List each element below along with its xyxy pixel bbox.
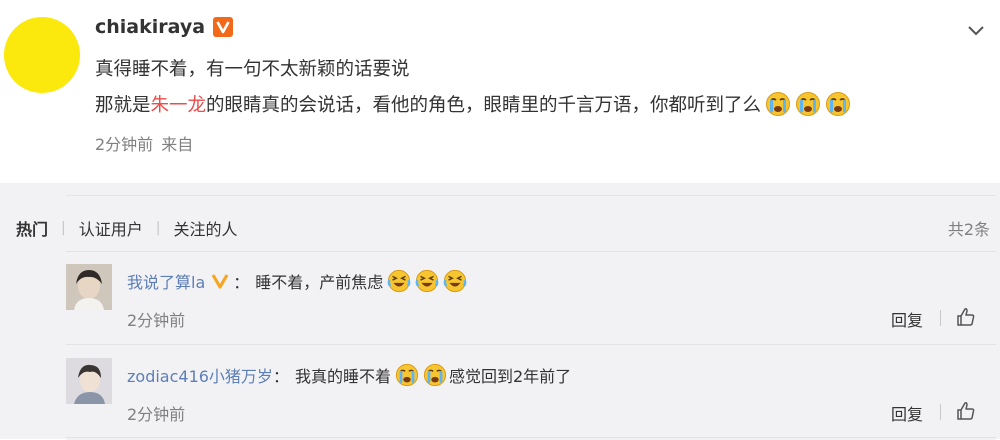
post-text-body: 的眼睛真的会说话，看他的角色，眼睛里的千言万语，你都听到了么 [206,95,762,116]
post-source: 来自 [161,135,194,154]
comment-text: 我真的睡不着 [294,367,391,386]
crying-face-icon [423,363,447,387]
comment-content: 我说了算la ： 睡不着，产前焦虑 [127,269,467,293]
tab-divider: | [155,220,161,236]
comment-username[interactable]: zodiac416小猪万岁 [127,363,273,387]
comment-colon: ： [272,367,289,386]
post-meta: 2分钟前 来自 [95,131,193,155]
crying-face-icon [795,91,821,117]
comment-text-continued: 感觉回到2年前了 [448,367,572,386]
comment-text: 睡不着，产前焦虑 [255,273,384,292]
action-divider [940,310,941,326]
post-username[interactable]: chiakiraya [95,16,205,38]
comment-tabs: 热门 | 认证用户 | 关注的人 [16,216,237,240]
action-divider [940,404,941,420]
tab-verified-users[interactable]: 认证用户 [79,216,143,240]
post-author: chiakiraya [95,16,234,38]
post-mention-link[interactable]: 朱一龙 [151,91,207,117]
crying-face-icon [395,363,419,387]
divider [66,251,996,252]
laughing-crying-face-icon [387,269,411,293]
reply-button[interactable]: 回复 [891,401,923,425]
post-text-line1: 真得睡不着，有一句不太新颖的话要说 [95,59,410,80]
thumbs-up-icon[interactable] [955,400,977,422]
comment-username[interactable]: 我说了算la [127,269,205,293]
divider [66,437,996,438]
reply-button[interactable]: 回复 [891,307,923,331]
tab-hot[interactable]: 热门 [16,216,48,240]
weibo-post: chiakiraya 真得睡不着，有一句不太新颖的话要说 那就是 朱一龙 的眼睛真的… [0,0,1000,183]
post-text-prefix: 那就是 [95,95,151,116]
laughing-crying-face-icon [415,269,439,293]
comment-count: 共2条 [947,220,990,239]
comment-colon: ： [233,273,250,292]
post-time: 2分钟前 [95,135,154,154]
user-avatar[interactable] [4,17,80,93]
crying-face-icon [825,91,851,117]
chevron-down-icon[interactable] [966,24,986,38]
laughing-crying-face-icon [443,269,467,293]
thumbs-up-icon[interactable] [955,306,977,328]
avatar[interactable] [66,264,112,310]
comment-time: 2分钟前 [127,311,186,330]
comment-content: zodiac416小猪万岁 ： 我真的睡不着 感觉回到2年前了 [127,363,571,387]
verified-v-icon [211,274,229,289]
avatar[interactable] [66,358,112,404]
comment-time: 2分钟前 [127,405,186,424]
post-text-line2: 那就是 朱一龙 的眼睛真的会说话，看他的角色，眼睛里的千言万语，你都听到了么 [95,91,851,117]
verified-v-icon [213,17,234,37]
divider [66,344,996,345]
tab-following[interactable]: 关注的人 [173,216,237,240]
crying-face-icon [765,91,791,117]
tab-divider: | [61,220,66,236]
